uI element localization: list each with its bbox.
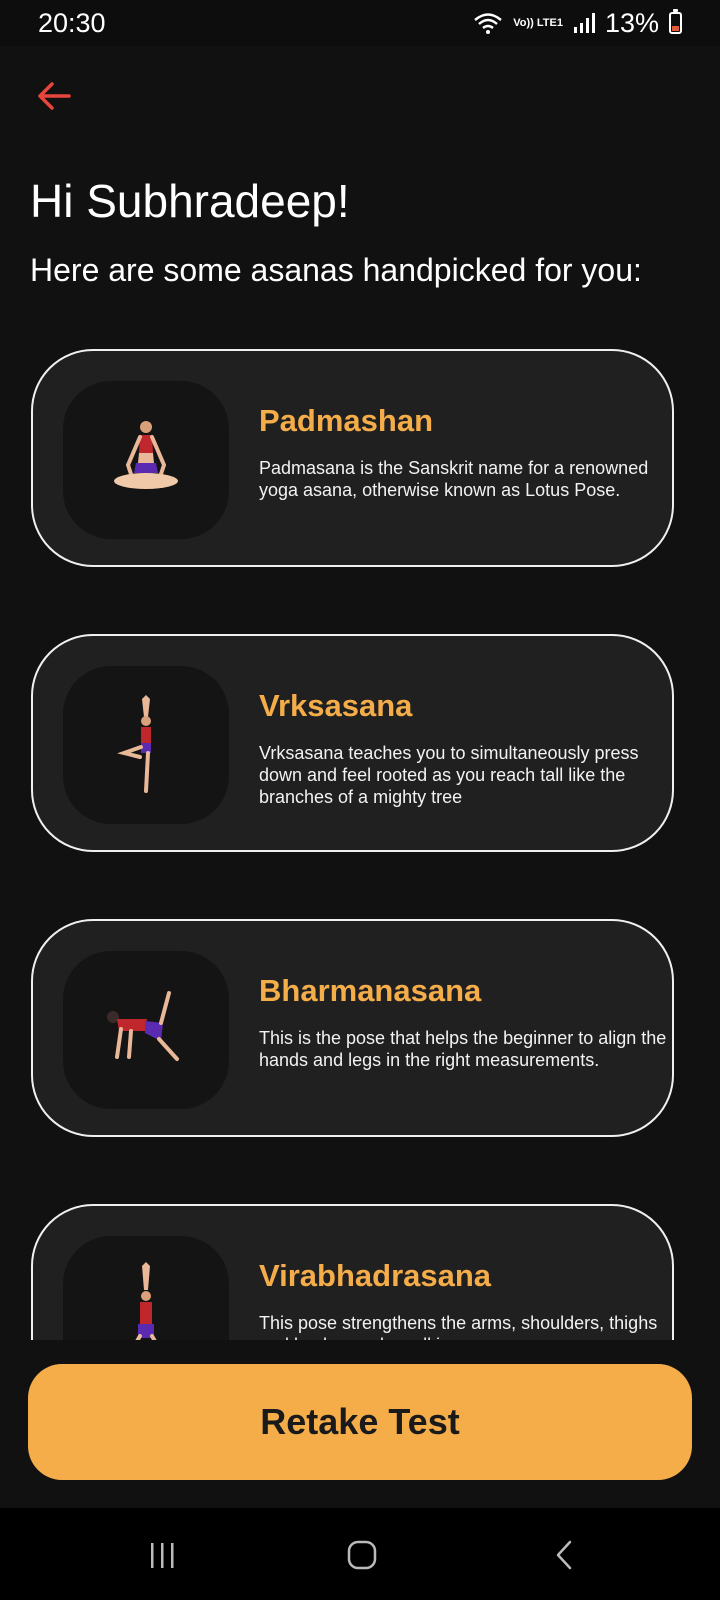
volte-label: Vo)) LTE1	[513, 16, 563, 29]
asana-name: Bharmanasana	[259, 973, 482, 1008]
asana-name: Virabhadrasana	[259, 1258, 492, 1293]
chevron-left-icon	[556, 1540, 572, 1570]
warrior-pose-icon	[135, 1262, 157, 1340]
status-bar: 20:30 Vo)) LTE1 13%	[0, 0, 720, 46]
asana-thumbnail	[63, 381, 229, 539]
home-icon	[347, 1540, 377, 1570]
back-button[interactable]	[28, 70, 80, 122]
system-back-button[interactable]	[544, 1538, 584, 1572]
signal-icon	[573, 13, 595, 33]
system-nav-bar	[0, 1508, 720, 1600]
asana-name: Vrksasana	[259, 688, 413, 723]
asana-card-bharmanasana[interactable]: Bharmanasana This is the pose that helps…	[31, 919, 674, 1137]
asana-card-virabhadrasana[interactable]: Virabhadrasana This pose strengthens the…	[31, 1204, 674, 1340]
table-pose-icon	[107, 991, 179, 1061]
greeting-title: Hi Subhradeep!	[30, 175, 350, 227]
asana-description: Vrksasana teaches you to simultaneously …	[259, 743, 639, 807]
home-button[interactable]	[342, 1538, 382, 1572]
status-time: 20:30	[38, 7, 106, 38]
recent-apps-button[interactable]	[142, 1538, 182, 1572]
asana-name: Padmashan	[259, 403, 434, 438]
asana-thumbnail	[63, 1236, 229, 1340]
asana-description: This pose strengthens the arms, shoulder…	[259, 1313, 658, 1340]
asana-description: This is the pose that helps the beginner…	[259, 1028, 667, 1070]
asana-thumbnail	[63, 666, 229, 824]
asana-description: Padmasana is the Sanskrit name for a ren…	[259, 458, 649, 500]
tree-pose-icon	[117, 695, 151, 793]
asana-thumbnail	[63, 951, 229, 1109]
asana-list[interactable]: Padmashan Padmasana is the Sanskrit name…	[0, 330, 720, 1340]
battery-icon	[669, 9, 682, 34]
lotus-pose-icon	[114, 421, 178, 489]
subtitle: Here are some asanas handpicked for you:	[30, 252, 642, 288]
wifi-icon	[474, 13, 503, 34]
status-icons: Vo)) LTE1 13%	[473, 8, 682, 39]
battery-percent: 13%	[604, 7, 659, 38]
retake-test-button[interactable]: Retake Test	[28, 1364, 692, 1480]
back-arrow-icon	[38, 82, 71, 110]
recent-apps-icon	[151, 1543, 174, 1568]
asana-card-vrksasana[interactable]: Vrksasana Vrksasana teaches you to simul…	[31, 634, 674, 852]
asana-card-padmashan[interactable]: Padmashan Padmasana is the Sanskrit name…	[31, 349, 674, 567]
